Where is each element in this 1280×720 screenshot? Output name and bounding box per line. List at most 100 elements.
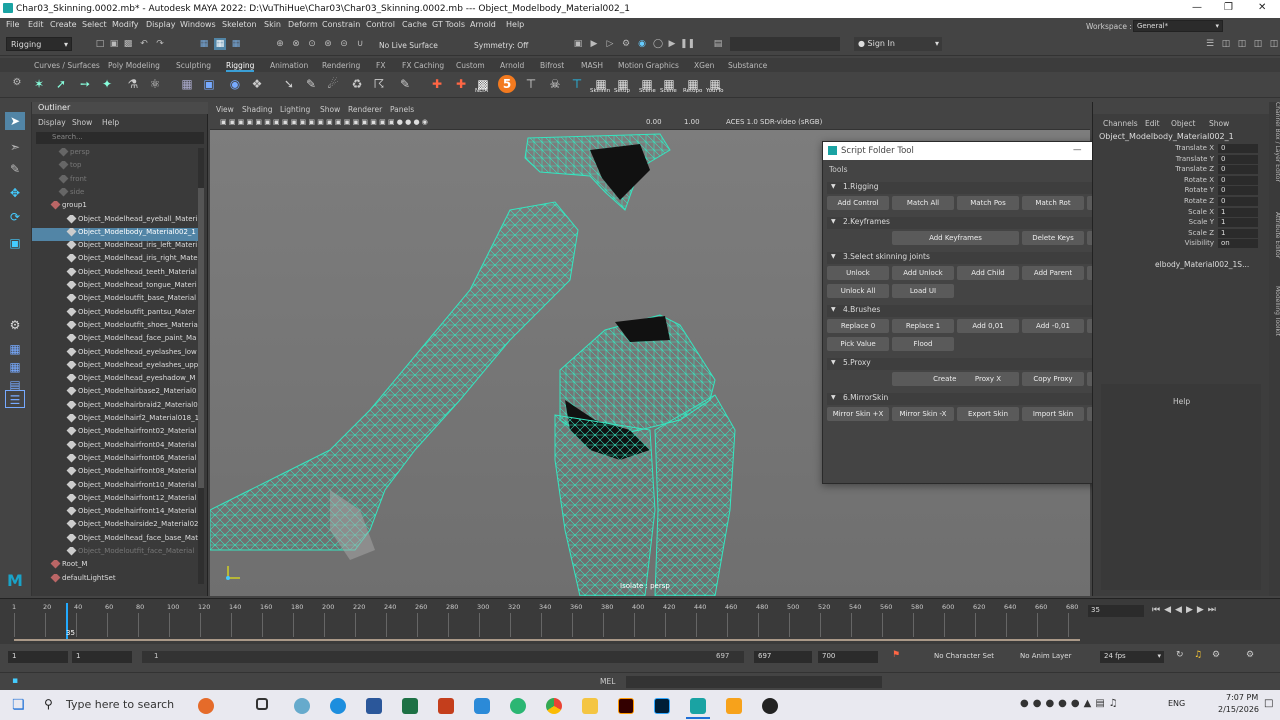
- script-button-import-skin[interactable]: Import Skin: [1022, 407, 1084, 421]
- menu-display[interactable]: Display: [146, 20, 176, 29]
- shelf-tab-mash[interactable]: MASH: [581, 61, 603, 70]
- hypershade-icon[interactable]: ◉: [636, 38, 648, 50]
- script-button-pick-value[interactable]: Pick Value: [827, 337, 889, 351]
- channel-attr-value[interactable]: 0: [1218, 197, 1258, 206]
- taskbar-search-input[interactable]: Type here to search: [66, 698, 174, 711]
- script-tool-menu[interactable]: Tools: [829, 165, 847, 174]
- channel-attr-value[interactable]: on: [1218, 239, 1258, 249]
- outliner-item[interactable]: Object_Modelhairbase2_Material0: [32, 387, 200, 400]
- number-5-icon[interactable]: 5: [498, 75, 516, 93]
- powerpoint-app-icon[interactable]: [438, 698, 454, 714]
- snap-grid-icon[interactable]: ⊕: [274, 38, 286, 50]
- outliner-item[interactable]: persp: [32, 148, 200, 161]
- auto-key-icon[interactable]: ⚑: [892, 650, 900, 660]
- script-button-match-all[interactable]: Match All: [892, 196, 954, 210]
- snap-view-icon[interactable]: ⊛: [322, 38, 334, 50]
- outliner-menu-display[interactable]: Display: [38, 118, 66, 127]
- play-blast-icon[interactable]: ▶: [666, 38, 678, 50]
- anim-layer-dropdown[interactable]: No Anim Layer: [1020, 652, 1071, 660]
- tray-icons[interactable]: ●●●●●▲▤♫: [1020, 698, 1122, 709]
- range-end-field[interactable]: 697: [754, 651, 812, 663]
- script-button-add-0-01[interactable]: Add -0,01: [1022, 319, 1084, 333]
- loop-icon[interactable]: ↻: [1176, 650, 1184, 660]
- outliner-item[interactable]: Object_Modelhairfront12_Material: [32, 493, 200, 507]
- script-button-unlock-all[interactable]: Unlock All: [827, 284, 889, 298]
- menu-cache[interactable]: Cache: [402, 20, 427, 29]
- select-component-icon[interactable]: ▦: [230, 38, 242, 50]
- windows-start-icon[interactable]: ❏: [12, 697, 25, 713]
- select-hierarchy-icon[interactable]: ▦: [198, 38, 210, 50]
- layout-single-icon[interactable]: ▦: [5, 340, 25, 358]
- outliner-item[interactable]: Object_Modelhairf2_Material018_1: [32, 414, 200, 427]
- script-button-delete-keys[interactable]: Delete Keys: [1022, 231, 1084, 245]
- menu-skeleton[interactable]: Skeleton: [222, 20, 257, 29]
- paint-icon[interactable]: ✎: [302, 75, 320, 93]
- layout-icon-2[interactable]: ◫: [1236, 38, 1248, 50]
- script-button-unlock[interactable]: Unlock: [827, 266, 889, 280]
- live-surface-label[interactable]: No Live Surface: [379, 41, 438, 50]
- ipr-icon[interactable]: ▷: [604, 38, 616, 50]
- outliner-item[interactable]: Object_Modelhead_iris_right_Mate: [32, 254, 200, 267]
- prefs-icon[interactable]: ⚙: [1212, 650, 1220, 660]
- range-start-field[interactable]: 1: [8, 651, 68, 663]
- channel-menu-edit[interactable]: Edit: [1145, 119, 1160, 128]
- shelf-tab-arnold[interactable]: Arnold: [500, 61, 524, 70]
- channel-menu-object[interactable]: Object: [1171, 119, 1195, 128]
- layout-icon-3[interactable]: ◫: [1252, 38, 1264, 50]
- shield-app-icon[interactable]: [474, 698, 490, 714]
- chrome-app-icon[interactable]: [546, 698, 562, 714]
- channel-menu-show[interactable]: Show: [1209, 119, 1229, 128]
- new-scene-icon[interactable]: □: [94, 38, 106, 50]
- script-button-replace-0[interactable]: Replace 0: [827, 319, 889, 333]
- photos-app-icon[interactable]: [294, 698, 310, 714]
- ik-spline-icon[interactable]: ➙: [76, 75, 94, 93]
- shelf-tab-animation[interactable]: Animation: [270, 61, 308, 70]
- character-set-dropdown[interactable]: No Character Set: [934, 652, 994, 660]
- menu-arnold[interactable]: Arnold: [470, 20, 496, 29]
- magnet-icon[interactable]: ∪: [354, 38, 366, 50]
- move-tool-icon[interactable]: ✥: [5, 184, 25, 202]
- outliner-item[interactable]: group1: [32, 201, 200, 214]
- channel-attr-value[interactable]: 0: [1218, 144, 1258, 153]
- time-slider[interactable]: 1 20 40 60 80 100 120 140 160 180 200 220 240 260 280 3…: [0, 598, 1280, 644]
- tool-icon-cyan[interactable]: ⊤: [568, 75, 586, 93]
- side-tab-modelling-toolkit[interactable]: Modelling Toolkit: [1269, 286, 1280, 354]
- layout-outliner-icon[interactable]: ☰: [5, 390, 25, 408]
- wrap-icon[interactable]: ◉: [226, 75, 244, 93]
- shelf-tab-substance[interactable]: Substance: [728, 61, 767, 70]
- camera-icon[interactable]: ▣ ▣ ▣ ▣ ▣ ▣ ▣ ▣ ▣ ▣ ▣ ▣ ▣ ▣ ▣ ▣ ▣ ▣ ▣ ▣ …: [220, 118, 428, 126]
- task-view-icon[interactable]: [256, 698, 268, 710]
- current-frame-field[interactable]: 35: [1088, 605, 1144, 617]
- viewport-menu-lighting[interactable]: Lighting: [280, 105, 310, 114]
- channel-attr-value[interactable]: 1: [1218, 218, 1258, 228]
- outliner-item[interactable]: Object_Modelhairfront10_Material: [32, 480, 200, 494]
- script-button-match-rot[interactable]: Match Rot: [1022, 196, 1084, 210]
- outliner-item[interactable]: Object_Modelhairfront06_Material: [32, 453, 200, 467]
- channel-attr-value[interactable]: 0: [1218, 165, 1258, 175]
- render-settings-icon[interactable]: ⚙: [620, 38, 632, 50]
- outliner-item[interactable]: Object_Modelhead_eyelashes_low: [32, 347, 200, 361]
- side-tab-channel-box[interactable]: Channel Box / Layer Editor: [1269, 102, 1280, 198]
- language-indicator[interactable]: ENG: [1168, 699, 1185, 708]
- script-button-proxy-x[interactable]: Proxy X: [957, 372, 1019, 386]
- script-button-add-parent[interactable]: Add Parent: [1022, 266, 1084, 280]
- outliner-item[interactable]: Object_Modelhairfront04_Material: [32, 440, 200, 454]
- add-icon-1[interactable]: ✚: [428, 75, 446, 93]
- menu-edit[interactable]: Edit: [28, 20, 44, 29]
- shelf-tab-sculpting[interactable]: Sculpting: [176, 61, 211, 70]
- snap-point-icon[interactable]: ⊙: [306, 38, 318, 50]
- shelf-tab-motion-graphics[interactable]: Motion Graphics: [618, 61, 679, 70]
- script-button-export-skin[interactable]: Export Skin: [957, 407, 1019, 421]
- channel-shape-name[interactable]: elbody_Material002_1S...: [1155, 260, 1249, 269]
- channel-attr-value[interactable]: 1: [1218, 207, 1258, 217]
- render-frame-icon[interactable]: ▣: [572, 38, 584, 50]
- toggle-panel-icon[interactable]: ▤: [712, 38, 724, 50]
- paint-select-icon[interactable]: ✎: [5, 160, 25, 178]
- close-icon[interactable]: ✕: [1258, 2, 1266, 13]
- script-button-copy-proxy[interactable]: Copy Proxy: [1022, 372, 1084, 386]
- outliner-item[interactable]: Object_Modelhairbraid2_Material0: [32, 400, 200, 414]
- outliner-item[interactable]: top: [32, 161, 200, 174]
- script-button-mirror-skin-x[interactable]: Mirror Skin -X: [892, 407, 954, 421]
- outliner-search-input[interactable]: Search...: [36, 132, 204, 144]
- outliner-item[interactable]: Object_Modelhead_eyelashes_upp: [32, 360, 200, 374]
